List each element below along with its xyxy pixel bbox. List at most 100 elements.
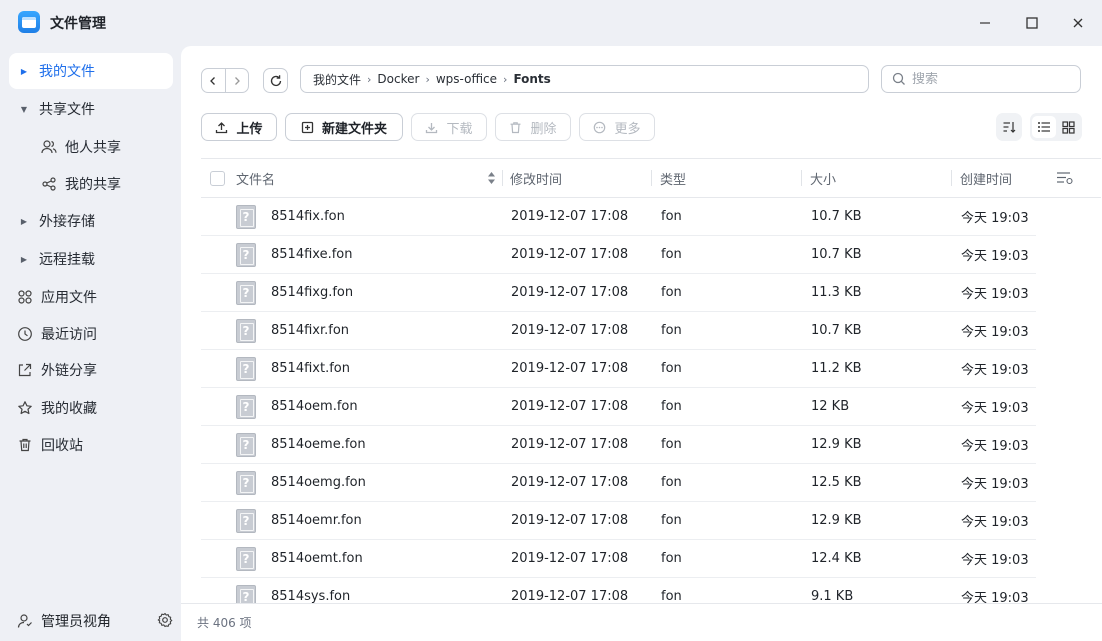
sidebar-item-link-share[interactable]: 外链分享 [9, 352, 173, 388]
chevron-right-icon: › [503, 72, 508, 86]
grid-view-button[interactable] [1056, 116, 1080, 138]
file-name[interactable]: 8514oemr.fon [271, 502, 362, 539]
upload-label: 上传 [236, 121, 263, 137]
sidebar-item-recent[interactable]: 最近访问 [9, 316, 173, 352]
list-view-button[interactable] [1032, 116, 1056, 138]
column-header-type[interactable]: 类型 [660, 159, 686, 197]
caret-right-icon: ▶ [20, 216, 28, 226]
sidebar-item-favorites[interactable]: 我的收藏 [9, 390, 173, 426]
table-row[interactable]: ? 8514fix.fon 2019-12-07 17:08 fon 10.7 … [201, 198, 1036, 236]
gear-icon[interactable] [157, 612, 173, 632]
search-input[interactable] [912, 71, 1072, 87]
sidebar-item-my-shares[interactable]: 我的共享 [33, 166, 173, 202]
sort-button[interactable] [996, 113, 1022, 141]
breadcrumb-item[interactable]: 我的文件 [313, 71, 361, 88]
refresh-icon [270, 74, 281, 86]
delete-button[interactable]: 删除 [495, 113, 571, 141]
unknown-file-icon: ? [236, 547, 256, 571]
file-name[interactable]: 8514oemt.fon [271, 540, 363, 577]
more-label: 更多 [614, 121, 641, 137]
file-name[interactable]: 8514oemg.fon [271, 464, 366, 501]
sidebar-item-app-files[interactable]: 应用文件 [9, 279, 173, 315]
table-row[interactable]: ? 8514oem.fon 2019-12-07 17:08 fon 12 KB… [201, 388, 1036, 426]
table-row[interactable]: ? 8514fixt.fon 2019-12-07 17:08 fon 11.2… [201, 350, 1036, 388]
table-row[interactable]: ? 8514fixr.fon 2019-12-07 17:08 fon 10.7… [201, 312, 1036, 350]
trash-icon [9, 437, 41, 453]
download-icon [425, 121, 438, 134]
table-row[interactable]: ? 8514oeme.fon 2019-12-07 17:08 fon 12.9… [201, 426, 1036, 464]
view-toggle [1030, 113, 1082, 141]
file-type: fon [661, 437, 682, 452]
sort-toggle-icon[interactable] [487, 159, 496, 197]
star-icon [9, 400, 41, 416]
column-settings-button[interactable] [1056, 159, 1074, 197]
sidebar-item-label: 外链分享 [41, 363, 97, 379]
column-header-size[interactable]: 大小 [810, 159, 836, 197]
user-icon [9, 613, 41, 629]
file-name[interactable]: 8514fixt.fon [271, 350, 350, 387]
sidebar-item-shared-with-me[interactable]: 他人共享 [33, 129, 173, 165]
sidebar-item-recycle-bin[interactable]: 回收站 [9, 427, 173, 463]
more-button[interactable]: 更多 [579, 113, 655, 141]
table-row[interactable]: ? 8514oemg.fon 2019-12-07 17:08 fon 12.5… [201, 464, 1036, 502]
share-icon [33, 176, 65, 192]
table-row[interactable]: ? 8514fixe.fon 2019-12-07 17:08 fon 10.7… [201, 236, 1036, 274]
download-button[interactable]: 下载 [411, 113, 487, 141]
column-header-name[interactable]: 文件名 [236, 159, 275, 197]
maximize-button[interactable] [1019, 10, 1045, 36]
file-modified: 2019-12-07 17:08 [511, 475, 629, 490]
column-header-created[interactable]: 创建时间 [960, 159, 1012, 197]
close-button[interactable] [1065, 10, 1091, 36]
file-name[interactable]: 8514fixg.fon [271, 274, 353, 311]
file-name[interactable]: 8514fixe.fon [271, 236, 352, 273]
history-nav [201, 68, 249, 93]
table-row[interactable]: ? 8514oemt.fon 2019-12-07 17:08 fon 12.4… [201, 540, 1036, 578]
breadcrumb-item[interactable]: wps-office [436, 72, 497, 86]
table-row[interactable]: ? 8514fixg.fon 2019-12-07 17:08 fon 11.3… [201, 274, 1036, 312]
file-size: 10.7 KB [811, 247, 862, 262]
column-header-modified[interactable]: 修改时间 [510, 159, 562, 197]
back-button[interactable] [202, 69, 225, 92]
sidebar-item-remote-mount[interactable]: ▶ 远程挂载 [9, 241, 173, 277]
file-created: 今天 19:03 [961, 287, 1029, 302]
clock-icon [9, 326, 41, 342]
unknown-file-icon: ? [236, 585, 256, 603]
breadcrumb-current[interactable]: Fonts [513, 72, 550, 86]
breadcrumb: 我的文件 › Docker › wps-office › Fonts [300, 65, 869, 93]
file-modified: 2019-12-07 17:08 [511, 247, 629, 262]
file-type: fon [661, 399, 682, 414]
new-folder-button[interactable]: 新建文件夹 [285, 113, 403, 141]
file-modified: 2019-12-07 17:08 [511, 589, 629, 603]
table-row[interactable]: ? 8514sys.fon 2019-12-07 17:08 fon 9.1 K… [201, 578, 1036, 603]
file-name[interactable]: 8514sys.fon [271, 578, 350, 603]
file-name[interactable]: 8514oem.fon [271, 388, 358, 425]
file-modified: 2019-12-07 17:08 [511, 361, 629, 376]
column-divider [801, 170, 802, 186]
file-type: fon [661, 361, 682, 376]
file-name[interactable]: 8514fix.fon [271, 198, 345, 235]
column-divider [951, 170, 952, 186]
chevron-right-icon [235, 76, 240, 85]
select-all-checkbox[interactable] [210, 159, 225, 197]
minimize-button[interactable] [972, 10, 998, 36]
sidebar-item-external-storage[interactable]: ▶ 外接存储 [9, 203, 173, 239]
sidebar-item-my-files[interactable]: ▶ 我的文件 [9, 53, 173, 89]
sidebar-item-label: 远程挂载 [39, 252, 95, 268]
file-modified: 2019-12-07 17:08 [511, 209, 629, 224]
forward-button[interactable] [224, 69, 248, 92]
file-size: 11.3 KB [811, 285, 862, 300]
checkbox[interactable] [210, 170, 225, 186]
file-modified: 2019-12-07 17:08 [511, 551, 629, 566]
breadcrumb-item[interactable]: Docker [377, 72, 419, 86]
sidebar-item-shared-files[interactable]: ▼ 共享文件 [9, 91, 173, 127]
file-name[interactable]: 8514fixr.fon [271, 312, 349, 349]
file-name[interactable]: 8514oeme.fon [271, 426, 366, 463]
file-created: 今天 19:03 [961, 591, 1029, 603]
table-row[interactable]: ? 8514oemr.fon 2019-12-07 17:08 fon 12.9… [201, 502, 1036, 540]
close-icon [1073, 18, 1083, 28]
upload-button[interactable]: 上传 [201, 113, 277, 141]
file-size: 11.2 KB [811, 361, 862, 376]
admin-view-toggle[interactable]: 管理员视角 [9, 606, 173, 636]
chevron-right-icon: › [367, 72, 372, 86]
refresh-button[interactable] [263, 68, 288, 93]
